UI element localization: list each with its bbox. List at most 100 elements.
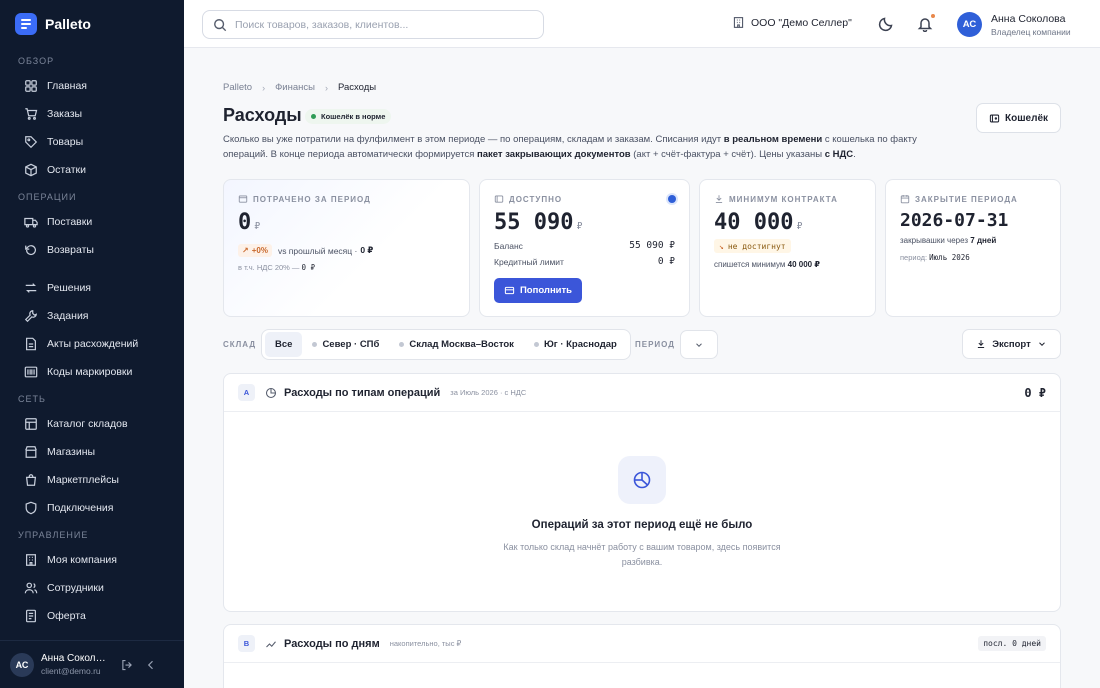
desc-text: (акт + счёт-фактура + счёт). Цены указан…: [630, 149, 825, 160]
breadcrumb-item[interactable]: Palleto: [223, 82, 252, 93]
minimum-card: МИНИМУМ КОНТРАКТА 40 000 ₽ ↘ не достигнут …: [699, 179, 876, 317]
users-icon: [24, 582, 38, 594]
status-badge: Кошелёк в норме: [305, 109, 392, 124]
box-icon: [25, 163, 37, 177]
status-badge-label: Кошелёк в норме: [321, 112, 386, 121]
sidebar-item-discrepancies[interactable]: Акты расхождений: [0, 330, 184, 358]
sidebar-item-label: Каталог складов: [47, 418, 128, 430]
card-label-text: ПОТРАЧЕНО ЗА ПЕРИОД: [253, 194, 371, 204]
desc-text: .: [853, 149, 856, 160]
org-switcher[interactable]: ООО "Демо Селлер": [732, 16, 852, 29]
warning-text: не достигнут: [727, 241, 786, 251]
sidebar-item-label: Поставки: [47, 216, 93, 228]
building-icon: [733, 17, 744, 28]
spent-amount: 0: [238, 210, 252, 235]
sidebar: Palleto ОБЗОР Главная Заказы Товары Оста…: [0, 0, 184, 688]
page-description: Сколько вы уже потратили на фулфилмент в…: [223, 132, 963, 162]
empty-state-title: Операций за этот период ещё не было: [531, 519, 753, 531]
user-name: Анна Соколова: [41, 653, 111, 664]
card-label-text: ДОСТУПНО: [509, 194, 563, 204]
available-card: ДОСТУПНО 55 090 ₽ Баланс 55 090 ₽ Кредитн…: [479, 179, 690, 317]
building-icon: [26, 554, 36, 566]
nav-section-management: УПРАВЛЕНИЕ: [18, 530, 89, 540]
sidebar-item-marking-codes[interactable]: Коды маркировки: [0, 358, 184, 386]
vat-label: в т.ч. НДС 20% —: [238, 263, 300, 272]
sidebar-item-employees[interactable]: Сотрудники: [0, 574, 184, 602]
avatar[interactable]: АС: [10, 652, 34, 677]
wallet-button-label: Кошелёк: [1004, 112, 1049, 124]
breadcrumb-current: Расходы: [337, 82, 377, 93]
panel-subtitle: за Июль 2026 · с НДС: [450, 388, 527, 397]
sidebar-item-supplies[interactable]: Поставки: [0, 208, 184, 236]
chevron-left-icon: [147, 660, 153, 669]
sidebar-item-label: Сотрудники: [47, 582, 104, 594]
sidebar-item-label: Магазины: [47, 446, 96, 458]
collapse-sidebar-button[interactable]: [143, 657, 159, 673]
note-value: 40 000 ₽: [787, 260, 820, 269]
spent-card: ПОТРАЧЕНО ЗА ПЕРИОД 0 ₽ ↗ +0% vs прошлый м…: [223, 179, 470, 317]
sidebar-item-stock[interactable]: Остатки: [0, 156, 184, 184]
arrow-up-icon: ↗: [242, 246, 249, 255]
closing-countdown: закрывашки через 7 дней: [900, 236, 996, 245]
desc-emphasis: в реальном времени: [723, 134, 823, 145]
warehouse-option-north[interactable]: Север · СПб: [302, 332, 389, 357]
sidebar-item-returns[interactable]: Возвраты: [0, 236, 184, 264]
warehouse-option-moscow-east[interactable]: Склад Москва–Восток: [389, 332, 524, 357]
logout-button[interactable]: [119, 657, 135, 673]
logout-icon: [122, 659, 132, 670]
sidebar-item-offer[interactable]: Оферта: [0, 602, 184, 630]
contract-icon: [26, 609, 36, 623]
search-icon: [214, 18, 227, 31]
brand-name: Palleto: [45, 16, 91, 32]
sidebar-item-label: Моя компания: [47, 554, 117, 566]
search-input[interactable]: [235, 18, 535, 31]
arrows-icon: [25, 283, 37, 293]
topup-button[interactable]: Пополнить: [494, 278, 582, 303]
search-box: [202, 10, 544, 39]
credit-label: Кредитный лимит: [494, 257, 564, 267]
export-button[interactable]: Экспорт: [962, 329, 1061, 359]
wallet-button[interactable]: Кошелёк: [976, 103, 1061, 133]
user-role: Владелец компании: [991, 27, 1071, 37]
breadcrumb-item[interactable]: Финансы: [275, 82, 315, 93]
sidebar-item-marketplaces[interactable]: Маркетплейсы: [0, 466, 184, 494]
period-select[interactable]: [680, 330, 718, 359]
user-menu[interactable]: Анна Соколова Владелец компании: [991, 13, 1071, 37]
nav-section-overview: ОБЗОР: [18, 56, 55, 66]
sidebar-user: АС Анна Соколова client@demo.ru: [0, 640, 184, 688]
moon-icon[interactable]: [878, 16, 894, 32]
minimum-value: 40 000 ₽: [714, 210, 803, 235]
line-chart-icon: [266, 640, 276, 647]
sidebar-item-home[interactable]: Главная: [0, 72, 184, 100]
sidebar-item-decisions[interactable]: Решения: [0, 274, 184, 302]
empty-state-icon: [618, 456, 666, 504]
avatar[interactable]: АС: [957, 12, 982, 37]
warehouse-filter: Все Север · СПб Склад Москва–Восток Юг ·…: [261, 329, 631, 360]
warehouse-option-all[interactable]: Все: [265, 332, 303, 357]
option-label: Все: [275, 339, 293, 350]
sidebar-item-my-company[interactable]: Моя компания: [0, 546, 184, 574]
live-indicator: [668, 195, 676, 203]
warning-chip: ↘ не достигнут: [714, 239, 791, 253]
vat-line: в т.ч. НДС 20% — 0 ₽: [238, 263, 315, 272]
range-chip: посл. 0 дней: [978, 636, 1046, 651]
period-value: Июль 2026: [929, 253, 970, 262]
credit-value: 0 ₽: [657, 256, 675, 267]
sidebar-item-orders[interactable]: Заказы: [0, 100, 184, 128]
brand[interactable]: Palleto: [0, 0, 184, 48]
sidebar-item-stores[interactable]: Магазины: [0, 438, 184, 466]
user-name: Анна Соколова: [991, 13, 1066, 25]
chevron-down-icon: [696, 342, 702, 347]
available-value: 55 090 ₽: [494, 210, 583, 235]
chevron-down-icon: [1038, 342, 1045, 346]
sidebar-item-warehouse-catalog[interactable]: Каталог складов: [0, 410, 184, 438]
warehouse-option-south[interactable]: Юг · Краснодар: [524, 332, 627, 357]
sidebar-item-label: Возвраты: [47, 244, 94, 256]
card-label-text: ЗАКРЫТИЕ ПЕРИОДА: [915, 194, 1018, 204]
period-filter-label: ПЕРИОД: [635, 340, 675, 349]
calendar-icon: [900, 194, 910, 204]
sidebar-item-connections[interactable]: Подключения: [0, 494, 184, 522]
sidebar-item-label: Коды маркировки: [47, 366, 133, 378]
sidebar-item-tasks[interactable]: Задания: [0, 302, 184, 330]
sidebar-item-products[interactable]: Товары: [0, 128, 184, 156]
